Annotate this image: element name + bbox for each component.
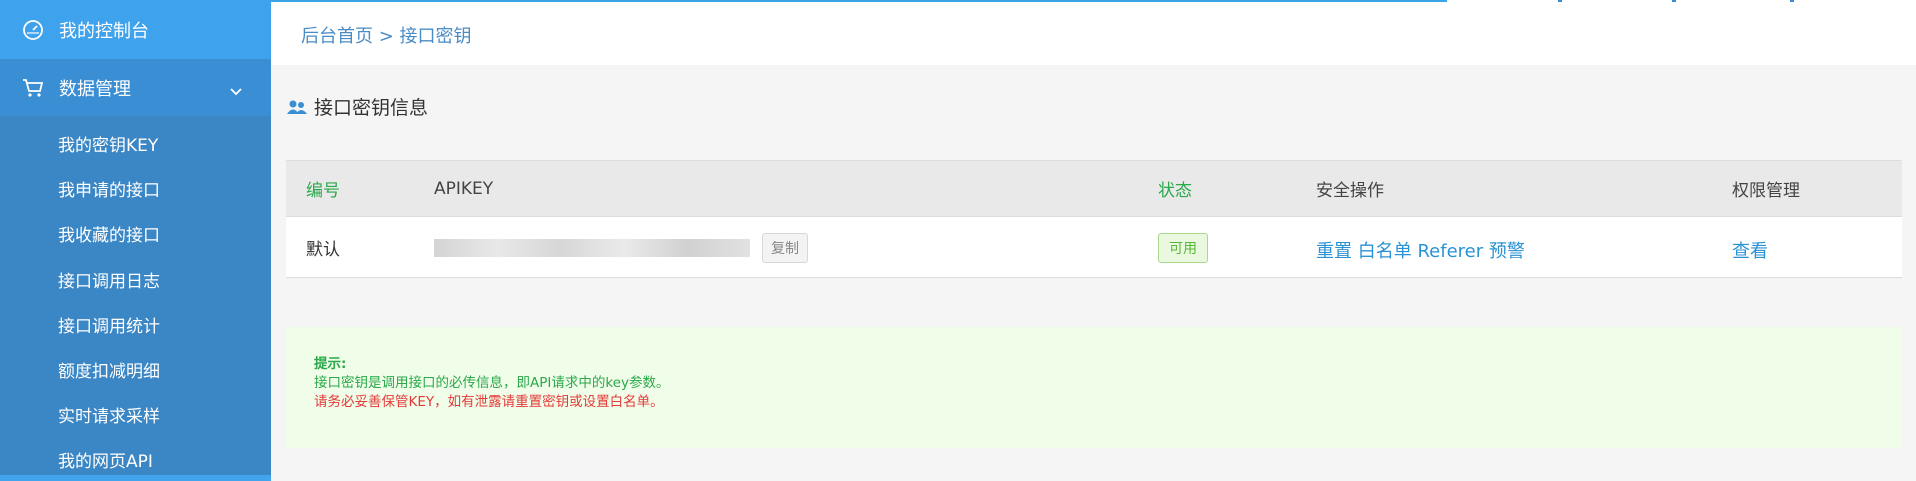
col-header-id: 编号 — [306, 181, 340, 201]
row-id: 默认 — [306, 239, 340, 260]
tip-title: 提示: — [314, 356, 347, 372]
tip-line-1: 接口密钥是调用接口的必传信息，即API请求中的key参数。 — [314, 375, 670, 391]
sidebar-item-applied-apis[interactable]: 我申请的接口 — [0, 166, 271, 211]
sidebar-item-label: 我的密钥KEY — [58, 136, 159, 157]
sidebar-item-call-log[interactable]: 接口调用日志 — [0, 257, 271, 302]
apikey-table: 编号 APIKEY 状态 安全操作 权限管理 默认 复制 可用 重置 白名单 R… — [286, 160, 1902, 278]
reset-link[interactable]: 重置 — [1316, 241, 1352, 262]
sidebar-item-label: 接口调用统计 — [58, 316, 160, 337]
alert-link[interactable]: 预警 — [1489, 241, 1525, 262]
sidebar-item-request-sampling[interactable]: 实时请求采样 — [0, 392, 271, 437]
sidebar-item-label: 额度扣减明细 — [58, 362, 160, 383]
top-accent-line — [271, 0, 1447, 2]
table-header: 编号 APIKEY 状态 安全操作 权限管理 — [286, 161, 1902, 217]
col-header-ops: 安全操作 — [1316, 181, 1384, 201]
sidebar-item-call-stats[interactable]: 接口调用统计 — [0, 302, 271, 347]
users-icon — [286, 98, 308, 116]
panel-title: 接口密钥信息 — [286, 93, 428, 120]
col-header-apikey: APIKEY — [434, 178, 494, 199]
table-row: 默认 复制 可用 重置 白名单 Referer 预警 查看 — [286, 217, 1902, 278]
dashboard-icon — [20, 19, 46, 41]
tip-box: 提示: 接口密钥是调用接口的必传信息，即API请求中的key参数。 请务必妥善保… — [286, 327, 1902, 448]
sidebar-item-label: 我的网页API — [58, 452, 153, 473]
top-right-marks — [1448, 0, 1916, 2]
header: 后台首页 > 接口密钥 — [271, 0, 1916, 65]
panel-title-label: 接口密钥信息 — [314, 97, 429, 119]
apikey-value-masked — [434, 239, 750, 257]
view-permissions-link[interactable]: 查看 — [1732, 237, 1768, 263]
referer-link[interactable]: Referer — [1417, 241, 1483, 262]
chevron-down-icon[interactable] — [229, 81, 243, 102]
sidebar-group-label: 数据管理 — [59, 78, 131, 100]
tip-line-2: 请务必妥善保管KEY，如有泄露请重置密钥或设置白名单。 — [314, 394, 664, 410]
sidebar-item-dashboard[interactable]: 我的控制台 — [0, 0, 271, 59]
col-header-perm: 权限管理 — [1732, 181, 1800, 201]
sidebar-item-my-key[interactable]: 我的密钥KEY — [0, 121, 271, 166]
sidebar-bottom-bar — [0, 475, 271, 481]
cart-icon — [20, 77, 46, 99]
whitelist-link[interactable]: 白名单 — [1358, 241, 1412, 262]
sidebar-item-label: 我申请的接口 — [58, 181, 160, 202]
status-badge: 可用 — [1158, 233, 1208, 263]
sidebar-submenu: 我的密钥KEY 我申请的接口 我收藏的接口 接口调用日志 接口调用统计 额度扣减… — [0, 116, 271, 481]
col-header-status: 状态 — [1158, 181, 1192, 201]
sidebar: 我的控制台 数据管理 我的密钥KEY 我申请的接口 我收藏的接口 接口调用日志 … — [0, 0, 271, 481]
sidebar-item-label: 我的控制台 — [59, 20, 149, 42]
copy-button[interactable]: 复制 — [762, 233, 808, 263]
sidebar-group-data-management[interactable]: 数据管理 — [0, 59, 271, 116]
sidebar-item-quota-details[interactable]: 额度扣减明细 — [0, 347, 271, 392]
breadcrumb[interactable]: 后台首页 > 接口密钥 — [301, 22, 472, 48]
sidebar-item-label: 实时请求采样 — [58, 407, 160, 428]
security-ops: 重置 白名单 Referer 预警 — [1316, 237, 1525, 263]
sidebar-item-label: 接口调用日志 — [58, 271, 160, 292]
sidebar-item-label: 我收藏的接口 — [58, 226, 160, 247]
sidebar-item-favorite-apis[interactable]: 我收藏的接口 — [0, 211, 271, 256]
